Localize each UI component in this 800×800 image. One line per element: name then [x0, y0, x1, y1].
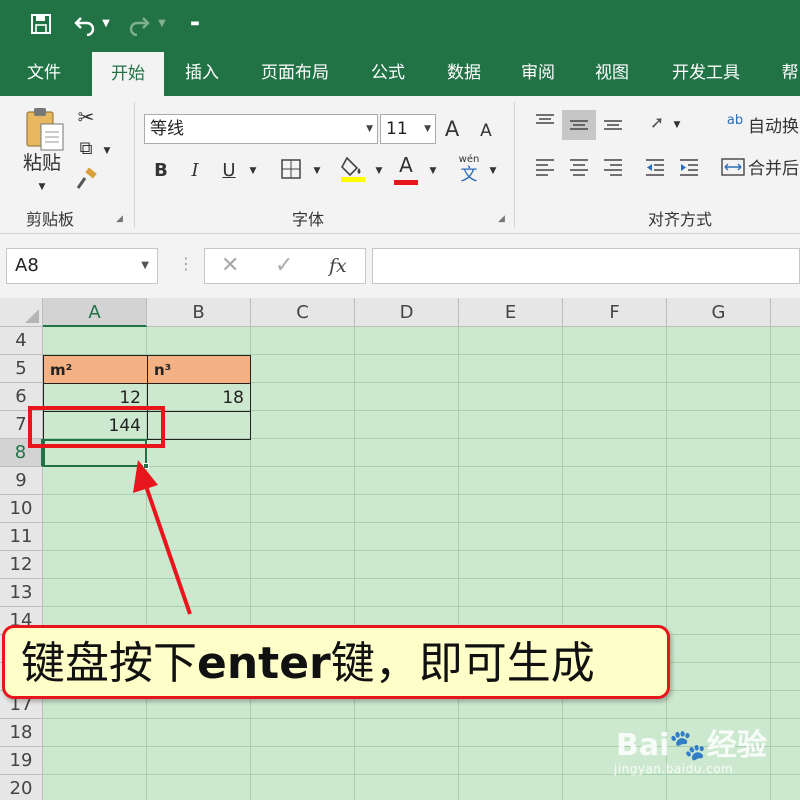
watermark-logo-cn: 经验: [706, 728, 767, 763]
instruction-callout: 键盘按下enter键，即可生成: [2, 625, 670, 699]
watermark: Bai🐾经验 jingyan.baidu.com: [612, 712, 792, 792]
arrow-shaft: [144, 485, 192, 615]
instruction-text-key: enter: [197, 638, 331, 689]
watermark-logo-text: Bai: [616, 728, 670, 763]
paw-icon: 🐾: [669, 728, 707, 763]
instruction-text-suffix: 键，即可生成: [330, 638, 595, 689]
watermark-logo: Bai🐾经验: [616, 720, 767, 764]
instruction-text: 键盘按下enter键，即可生成: [21, 634, 595, 694]
arrow-head: [133, 460, 158, 493]
watermark-url: jingyan.baidu.com: [614, 762, 734, 776]
instruction-text-prefix: 键盘按下: [21, 638, 197, 689]
